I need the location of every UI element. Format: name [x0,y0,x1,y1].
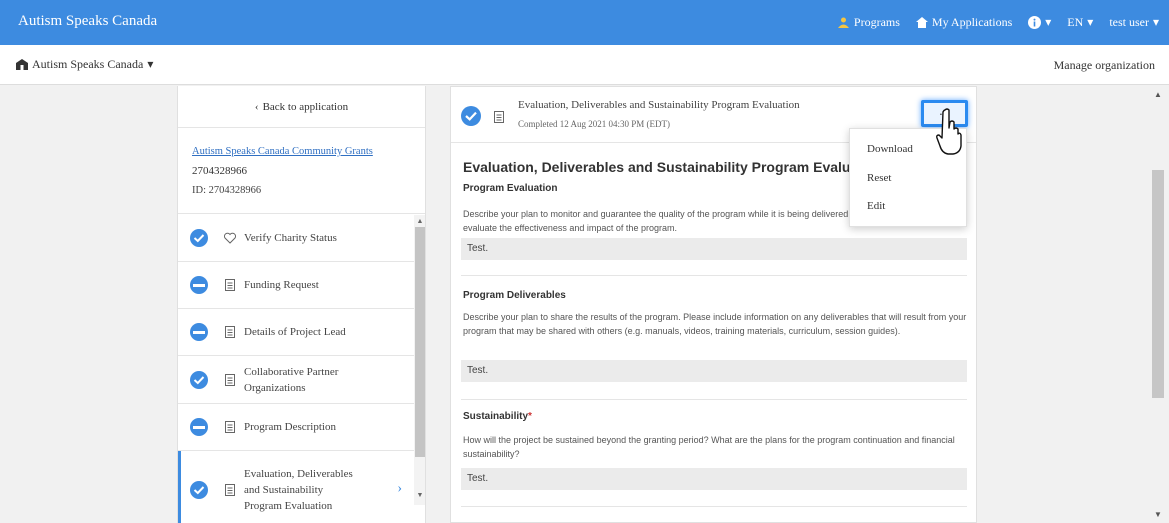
step-label: Evaluation, Deliverables and Sustainabil… [244,467,353,512]
step-funding-request[interactable]: Funding Request [178,262,414,309]
organization-name: Autism Speaks Canada [32,57,144,71]
check-circle-icon [190,229,208,247]
menu-item-download[interactable]: Download [867,143,913,155]
back-to-application-button[interactable]: ‹ Back to application [178,86,425,128]
menu-item-reset[interactable]: Reset [867,172,891,184]
divider [461,506,967,507]
program-deliverables-answer: Test. [461,360,967,382]
check-circle-icon [190,370,208,389]
step-collaborative-partner-organizations[interactable]: Collaborative Partner Organizations [178,356,414,404]
sustainability-answer: Test. [461,468,967,490]
step-evaluation-deliverables-sustainability[interactable]: Evaluation, Deliverables and Sustainabil… [178,451,414,523]
step-program-description[interactable]: Program Description [178,404,414,451]
scrollbar-thumb[interactable] [415,227,425,457]
document-icon [225,483,235,496]
step-label: Program Description [244,421,336,433]
steps-list: Verify Charity Status Funding Request De… [178,215,414,523]
program-evaluation-answer: Test. [461,238,967,260]
divider [461,399,967,400]
program-deliverables-description: Describe your plan to share the results … [463,312,967,336]
scrollbar-thumb[interactable] [1152,170,1164,398]
my-applications-label: My Applications [931,15,1013,29]
half-circle-icon [190,323,208,341]
home-icon [915,17,928,28]
form-header-title: Evaluation, Deliverables and Sustainabil… [518,99,800,111]
step-label: Verify Charity Status [244,232,337,244]
sustainability-heading-text: Sustainability [463,411,529,422]
application-info: Autism Speaks Canada Community Grants 27… [178,128,425,214]
completed-timestamp: Completed 12 Aug 2021 04:30 PM (EDT) [518,119,670,129]
document-icon [225,373,235,386]
document-icon [494,111,504,123]
document-icon [225,279,235,291]
organization-switcher[interactable]: Autism Speaks Canada ▾ [16,57,153,72]
brand-logo-text[interactable]: Autism Speaks Canada [18,13,157,30]
manage-organization-link[interactable]: Manage organization [1054,58,1155,73]
check-circle-icon [190,480,208,499]
language-select[interactable]: EN ▾ [1067,15,1093,30]
grant-number: 2704328966 [192,165,247,177]
menu-item-edit[interactable]: Edit [867,200,885,212]
my-applications-link[interactable]: My Applications [915,15,1013,30]
document-icon [225,326,235,338]
half-circle-icon [190,276,208,294]
organization-icon [16,59,28,70]
step-label: Funding Request [244,279,319,291]
chevron-right-icon: › [397,481,402,496]
sub-header: Autism Speaks Canada ▾ Manage organizati… [0,45,1169,85]
programs-link[interactable]: Programs [837,15,900,30]
user-label: test user [1109,15,1149,29]
scroll-down-arrow-icon[interactable]: ▼ [1154,510,1162,519]
application-sidebar: ‹ Back to application Autism Speaks Cana… [177,86,426,523]
caret-down-icon: ▾ [1087,15,1094,29]
back-label: Back to application [262,100,349,113]
top-nav: Programs My Applications ▾ EN ▾ test use… [837,15,1159,30]
scroll-up-arrow-icon[interactable]: ▲ [416,217,424,225]
step-label: Details of Project Lead [244,326,346,338]
section-title: Evaluation, Deliverables and Sustainabil… [463,159,884,175]
step-verify-charity-status[interactable]: Verify Charity Status [178,215,414,262]
caret-down-icon: ▾ [1152,15,1159,29]
page-scrollbar[interactable]: ▲ ▼ [1151,86,1167,523]
program-deliverables-heading: Program Deliverables [463,290,566,301]
top-navbar: Autism Speaks Canada Programs My Applica… [0,0,1169,45]
step-details-of-project-lead[interactable]: Details of Project Lead [178,309,414,356]
hand-pointer-cursor-icon [936,108,962,155]
info-icon [1028,16,1042,29]
caret-down-icon: ▾ [147,57,154,71]
step-label: Collaborative Partner Organizations [244,365,339,394]
required-mark: * [528,411,532,422]
half-circle-icon [190,418,208,436]
grant-program-link[interactable]: Autism Speaks Canada Community Grants [192,146,425,157]
info-menu[interactable]: ▾ [1028,15,1051,30]
chevron-left-icon: ‹ [254,100,259,113]
heart-icon [224,232,236,244]
grant-id: ID: 2704328966 [192,185,262,196]
programs-label: Programs [853,15,900,29]
divider [461,275,967,276]
caret-down-icon: ▾ [1045,15,1052,29]
check-circle-icon [461,106,481,126]
sustainability-description: How will the project be sustained beyond… [463,435,955,459]
users-icon [837,17,849,28]
sustainability-heading: Sustainability* [463,411,532,422]
steps-scrollbar[interactable]: ▲ ▼ [414,215,425,505]
document-icon [225,421,235,433]
language-label: EN [1067,15,1084,29]
user-menu[interactable]: test user ▾ [1109,15,1159,30]
program-evaluation-heading: Program Evaluation [463,183,558,194]
scroll-up-arrow-icon[interactable]: ▲ [1154,90,1162,99]
scroll-down-arrow-icon[interactable]: ▼ [416,491,424,499]
